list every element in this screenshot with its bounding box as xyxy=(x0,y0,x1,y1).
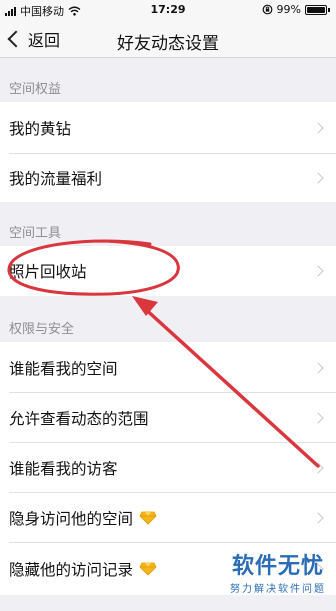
chevron-right-icon xyxy=(312,361,324,374)
chevron-right-icon xyxy=(312,122,324,134)
chevron-right-icon xyxy=(312,462,324,474)
row-label: 允许查看动态的范围 xyxy=(9,410,149,428)
chevron-right-icon xyxy=(312,563,324,575)
orientation-lock-icon xyxy=(262,4,272,15)
back-button[interactable]: 返回 xyxy=(6,27,60,51)
row-label: 谁能看我的空间 xyxy=(9,359,118,378)
battery-icon xyxy=(305,4,327,15)
row-label: 谁能看我的访客 xyxy=(9,460,118,478)
status-right: 99% xyxy=(262,3,330,16)
chevron-right-icon xyxy=(312,512,324,524)
section-header-space-tools: 空间工具 xyxy=(9,226,62,241)
row-label: 我的黄钻 xyxy=(9,120,72,138)
row-allowed-feed-scope[interactable]: 允许查看动态的范围 xyxy=(0,393,336,443)
nav-bar: 返回 好友动态设置 xyxy=(0,20,336,58)
diamond-icon xyxy=(139,562,157,576)
row-hide-visit-record[interactable]: 隐藏他的访问记录 xyxy=(0,543,336,595)
back-label: 返回 xyxy=(28,31,61,50)
row-my-data-benefits[interactable]: 我的流量福利 xyxy=(0,154,336,202)
status-bar: 中国移动 17:29 99% xyxy=(0,0,336,20)
chevron-right-icon xyxy=(312,412,324,424)
row-who-can-view-space[interactable]: 谁能看我的空间 xyxy=(0,342,336,393)
row-label: 隐藏他的访问记录 xyxy=(9,561,134,579)
row-photo-recycle-bin[interactable]: 照片回收站 xyxy=(0,246,336,296)
chevron-right-icon xyxy=(312,265,324,277)
row-label: 照片回收站 xyxy=(9,263,87,281)
row-label: 我的流量福利 xyxy=(9,170,103,188)
section-header-permissions-security: 权限与安全 xyxy=(9,322,75,337)
row-invisible-visit[interactable]: 隐身访问他的空间 xyxy=(0,493,336,543)
row-who-can-view-visitors[interactable]: 谁能看我的访客 xyxy=(0,443,336,493)
chevron-right-icon xyxy=(312,172,324,184)
battery-percent: 99% xyxy=(276,3,301,16)
row-label: 隐身访问他的空间 xyxy=(9,510,134,528)
section-header-space-benefits: 空间权益 xyxy=(9,82,62,97)
diamond-icon xyxy=(139,511,157,525)
chevron-left-icon xyxy=(7,30,25,48)
row-my-yellow-diamond[interactable]: 我的黄钻 xyxy=(0,102,336,154)
